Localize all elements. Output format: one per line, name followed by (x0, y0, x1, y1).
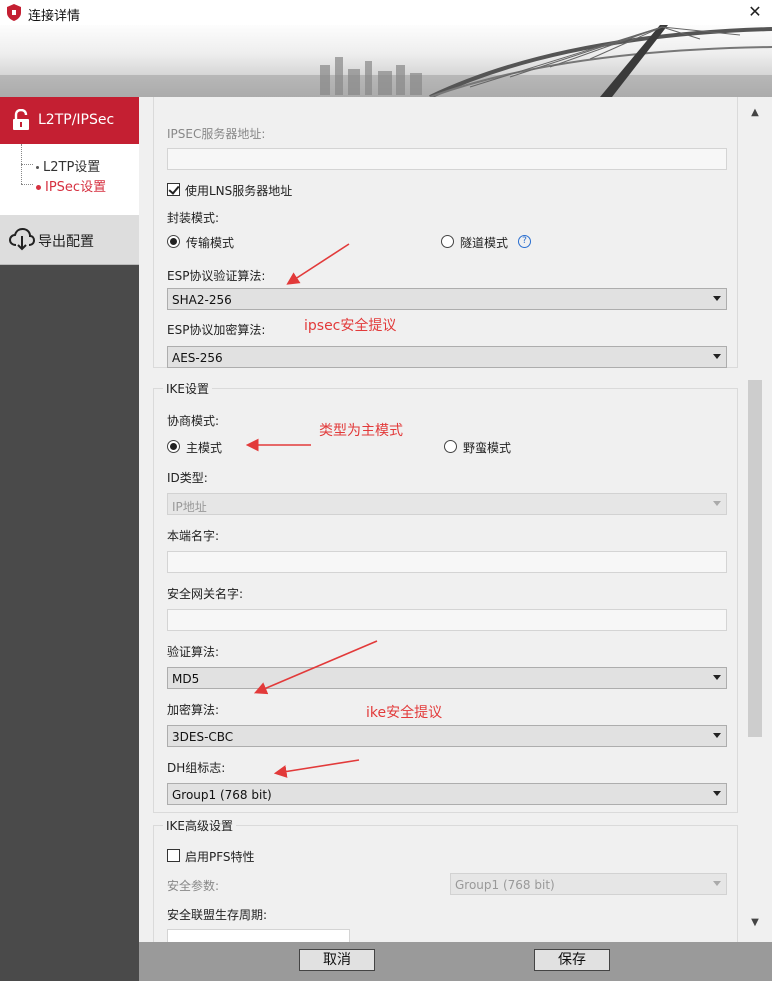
id-type-value: IP地址 (172, 500, 207, 514)
shield-app-icon (7, 4, 21, 21)
tunnel-mode-label: 隧道模式 (460, 236, 509, 250)
sidebar-item-label: IPSec设置 (45, 180, 107, 195)
esp-enc-label: ESP协议加密算法: (167, 323, 266, 337)
ipsec-server-address-label: IPSEC服务器地址: (167, 127, 266, 141)
sidebar-item-label: L2TP/IPSec (38, 112, 115, 128)
ipsec-server-address-input[interactable] (167, 148, 727, 170)
ike-auth-label: 验证算法: (167, 645, 220, 659)
dh-group-select[interactable]: Group1 (768 bit) (167, 783, 727, 805)
security-param-label: 安全参数: (167, 879, 220, 893)
transport-mode-label: 传输模式 (186, 236, 235, 250)
sidebar: L2TP/IPSec L2TP设置 IPSec设置 导出配置 (0, 97, 139, 981)
transport-mode-radio[interactable] (167, 235, 180, 248)
sa-lifetime-input[interactable] (167, 929, 350, 942)
close-icon[interactable]: ✕ (744, 2, 766, 22)
ike-annotation: ike安全提议 (366, 705, 443, 721)
ike-enc-label: 加密算法: (167, 703, 220, 717)
use-lns-checkbox[interactable] (167, 183, 180, 196)
bullet-icon (36, 185, 41, 190)
chevron-down-icon (713, 501, 721, 506)
security-param-select: Group1 (768 bit) (450, 873, 727, 895)
settings-panel: IPSEC服务器地址: 使用LNS服务器地址 封装模式: 传输模式 隧道模式 ?… (139, 97, 772, 942)
scroll-thumb[interactable] (748, 380, 762, 737)
esp-auth-value: SHA2-256 (172, 293, 232, 307)
use-lns-label: 使用LNS服务器地址 (185, 184, 293, 198)
aggressive-mode-label: 野蛮模式 (463, 441, 512, 455)
sidebar-item-export[interactable]: 导出配置 (0, 215, 139, 265)
pfs-label: 启用PFS特性 (185, 850, 255, 864)
sidebar-item-l2tp-settings[interactable]: L2TP设置 (36, 156, 100, 175)
esp-auth-select[interactable]: SHA2-256 (167, 288, 727, 310)
ike-advanced-title: IKE高级设置 (163, 817, 236, 834)
negotiation-mode-label: 协商模式: (167, 414, 220, 428)
save-button[interactable]: 保存 (534, 949, 610, 971)
local-name-label: 本端名字: (167, 529, 220, 543)
main-mode-annotation: 类型为主模式 (319, 423, 403, 439)
chevron-down-icon (713, 354, 721, 359)
chevron-down-icon (713, 791, 721, 796)
ike-enc-value: 3DES-CBC (172, 730, 234, 744)
unlock-icon (13, 109, 29, 130)
local-name-input[interactable] (167, 551, 727, 573)
footer-bar: 取消 保存 (139, 942, 772, 981)
ike-auth-select[interactable]: MD5 (167, 667, 727, 689)
chevron-down-icon (713, 675, 721, 680)
connection-details-window: 连接详情 ✕ L2TP/IPSec L2TP设置 IPSec设置 导出配置 IP… (0, 0, 772, 981)
scroll-down-icon[interactable]: ▼ (746, 917, 764, 931)
dh-group-value: Group1 (768 bit) (172, 788, 272, 802)
security-param-value: Group1 (768 bit) (455, 878, 555, 892)
chevron-down-icon (713, 881, 721, 886)
tunnel-mode-radio[interactable] (441, 235, 454, 248)
bridge-image (0, 25, 772, 97)
vertical-scrollbar[interactable]: ▲ ▼ (746, 97, 764, 942)
aggressive-mode-radio[interactable] (444, 440, 457, 453)
gateway-name-label: 安全网关名字: (167, 587, 244, 601)
esp-enc-value: AES-256 (172, 351, 223, 365)
encapsulation-label: 封装模式: (167, 211, 220, 225)
ipsec-annotation: ipsec安全提议 (304, 318, 397, 334)
chevron-down-icon (713, 733, 721, 738)
pfs-checkbox[interactable] (167, 849, 180, 862)
window-title: 连接详情 (28, 9, 81, 24)
cancel-button[interactable]: 取消 (299, 949, 375, 971)
cloud-download-icon (9, 227, 35, 251)
main-mode-label: 主模式 (186, 441, 223, 455)
header-banner (0, 25, 772, 97)
ike-auth-value: MD5 (172, 672, 200, 686)
scroll-up-icon[interactable]: ▲ (746, 107, 764, 121)
id-type-select: IP地址 (167, 493, 727, 515)
sa-lifetime-label: 安全联盟生存周期: (167, 908, 268, 922)
chevron-down-icon (713, 296, 721, 301)
help-icon[interactable]: ? (518, 235, 531, 248)
main-mode-radio[interactable] (167, 440, 180, 453)
bullet-icon (36, 166, 39, 169)
sidebar-item-ipsec-settings[interactable]: IPSec设置 (36, 176, 106, 195)
esp-auth-label: ESP协议验证算法: (167, 269, 266, 283)
tree-line (21, 164, 33, 165)
ike-enc-select[interactable]: 3DES-CBC (167, 725, 727, 747)
ike-group-title: IKE设置 (163, 380, 212, 397)
dh-group-label: DH组标志: (167, 761, 226, 775)
esp-enc-select[interactable]: AES-256 (167, 346, 727, 368)
title-bar: 连接详情 ✕ (0, 0, 772, 25)
gateway-name-input[interactable] (167, 609, 727, 631)
tree-line (21, 184, 33, 185)
sidebar-item-l2tp-ipsec[interactable]: L2TP/IPSec (0, 97, 139, 144)
sidebar-item-label: 导出配置 (38, 234, 94, 250)
sidebar-item-label: L2TP设置 (43, 160, 101, 175)
id-type-label: ID类型: (167, 471, 208, 485)
